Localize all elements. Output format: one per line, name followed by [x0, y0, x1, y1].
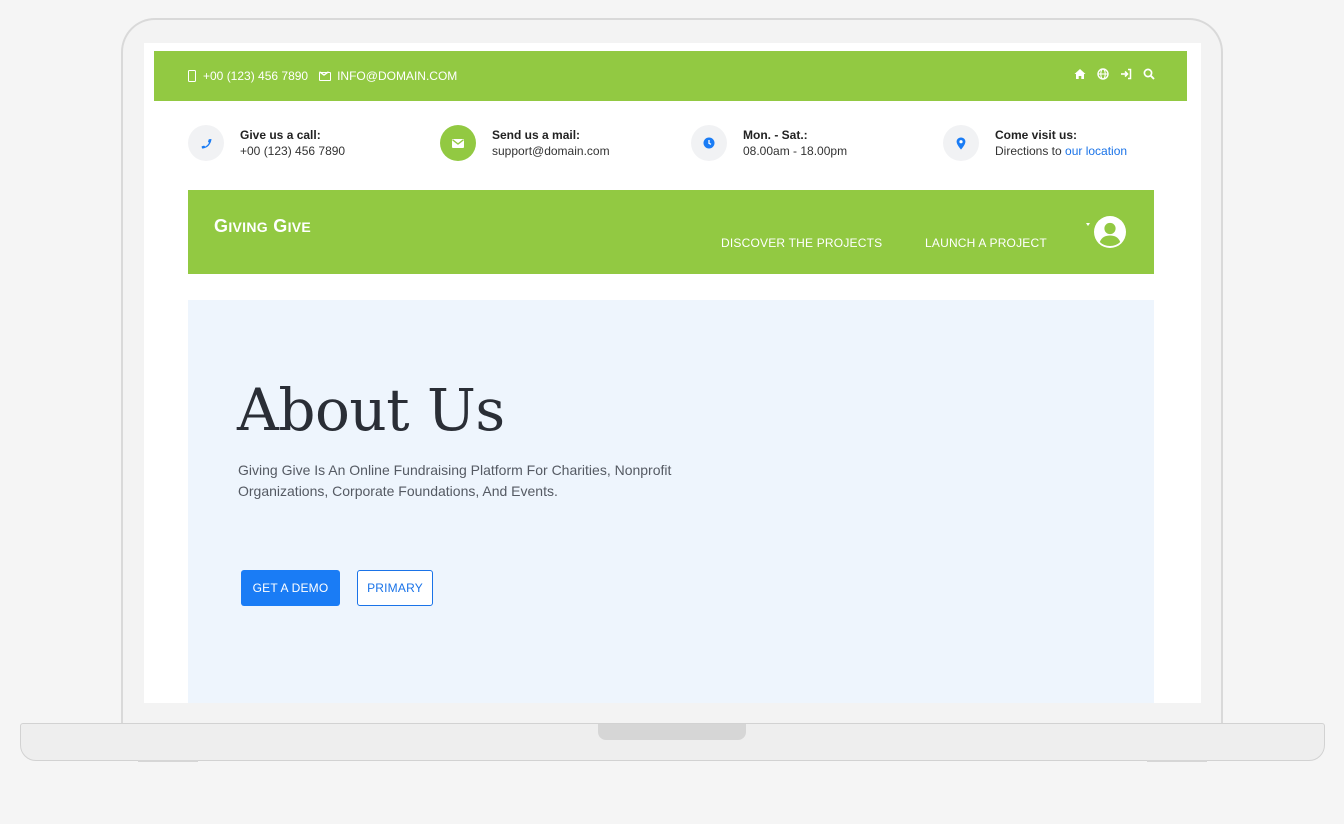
info-call-title: Give us a call:	[240, 127, 321, 142]
browser-screen: +00 (123) 456 7890 INFO@DOMAIN.COM Give …	[144, 43, 1201, 703]
chevron-down-icon	[1086, 223, 1090, 226]
main-navbar: GIVING GIVE DISCOVER THE PROJECTS LAUNCH…	[188, 190, 1154, 274]
directions-text: Directions to	[995, 143, 1066, 158]
our-location-link[interactable]: our location	[1065, 144, 1127, 158]
info-location: Come visit us: Directions to our locatio…	[943, 125, 1127, 161]
info-location-title: Come visit us:	[995, 127, 1078, 142]
top-phone-text[interactable]: +00 (123) 456 7890	[203, 69, 308, 83]
map-marker-icon	[956, 137, 966, 149]
hero-description: Giving Give Is An Online Fundraising Pla…	[238, 462, 672, 499]
info-call-icon-circle	[188, 125, 224, 161]
home-icon[interactable]	[1074, 68, 1086, 80]
primary-button[interactable]: PRIMARY	[357, 570, 433, 606]
sign-in-icon[interactable]	[1120, 68, 1132, 80]
nav-discover-projects[interactable]: DISCOVER THE PROJECTS	[721, 236, 882, 250]
laptop-foot-left	[138, 760, 198, 762]
brand-second-initial: G	[273, 216, 288, 236]
laptop-foot-right	[1147, 760, 1207, 762]
info-mail-title: Send us a mail:	[492, 127, 581, 142]
user-avatar-icon[interactable]	[1094, 216, 1126, 248]
about-hero-section: About Us Giving Give Is An Online Fundra…	[188, 300, 1154, 703]
brand-first-initial: G	[214, 216, 229, 236]
globe-icon[interactable]	[1097, 68, 1109, 80]
mobile-phone-icon	[188, 70, 196, 82]
info-hours-title: Mon. - Sat.:	[743, 127, 808, 142]
clock-icon	[703, 137, 715, 149]
info-call-value[interactable]: +00 (123) 456 7890	[240, 143, 345, 160]
search-icon[interactable]	[1143, 68, 1155, 80]
top-contact-bar: +00 (123) 456 7890 INFO@DOMAIN.COM	[154, 51, 1187, 101]
info-mail-icon-circle	[440, 125, 476, 161]
envelope-icon	[452, 138, 464, 148]
info-mail: Send us a mail: support@domain.com	[440, 125, 610, 161]
laptop-notch	[598, 724, 746, 740]
brand-first-rest: IVING	[228, 219, 268, 235]
info-location-value: Directions to our location	[995, 143, 1127, 160]
contact-info-row: Give us a call: +00 (123) 456 7890 Send …	[188, 125, 1148, 167]
info-hours-value: 08.00am - 18.00pm	[743, 143, 848, 158]
page-title: About Us	[237, 376, 505, 444]
brand-logo[interactable]: GIVING GIVE	[214, 216, 311, 237]
envelope-icon	[318, 71, 332, 81]
info-location-icon-circle	[943, 125, 979, 161]
top-right-icons	[1074, 68, 1155, 80]
get-a-demo-button[interactable]: GET A DEMO	[241, 570, 340, 606]
info-hours-icon-circle	[691, 125, 727, 161]
info-call: Give us a call: +00 (123) 456 7890	[188, 125, 345, 161]
info-mail-value[interactable]: support@domain.com	[492, 143, 610, 160]
top-contact-info: +00 (123) 456 7890 INFO@DOMAIN.COM	[188, 69, 457, 83]
top-email-text[interactable]: INFO@DOMAIN.COM	[337, 69, 457, 83]
nav-launch-project[interactable]: LAUNCH A PROJECT	[925, 236, 1047, 250]
brand-second-rest: IVE	[287, 219, 312, 235]
info-hours: Mon. - Sat.: 08.00am - 18.00pm	[691, 125, 847, 161]
phone-icon	[201, 138, 211, 148]
